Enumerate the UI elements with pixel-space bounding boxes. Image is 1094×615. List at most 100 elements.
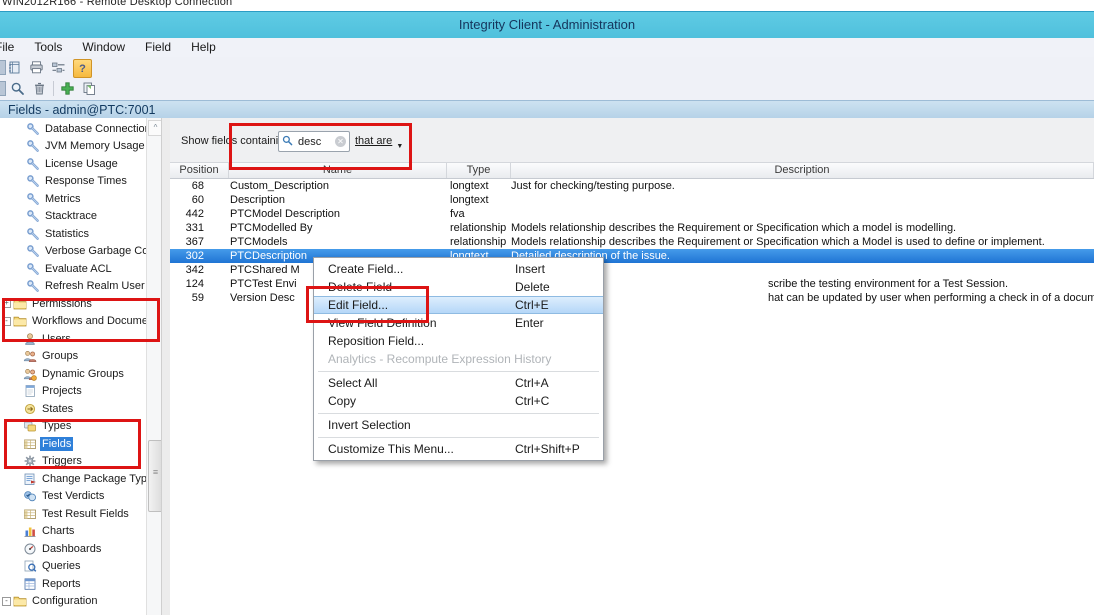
- context-menu-item[interactable]: View Field Definition Enter: [314, 314, 603, 332]
- sidebar-item[interactable]: Response Times: [0, 173, 146, 191]
- properties-icon[interactable]: [50, 59, 67, 76]
- sidebar-item[interactable]: JVM Memory Usage: [0, 138, 146, 156]
- table-row[interactable]: 59 Version Desc hat can be updated by us…: [170, 291, 1094, 305]
- menu-bar-item[interactable]: Field: [135, 38, 181, 57]
- sidebar-scrollbar[interactable]: ^: [146, 118, 162, 615]
- sidebar-item[interactable]: - Configuration: [0, 593, 146, 611]
- filter-dropdown[interactable]: that are ▼: [355, 135, 392, 147]
- search-input[interactable]: [296, 133, 336, 150]
- tree-item-icon: [23, 454, 37, 468]
- create-plus-icon[interactable]: [59, 80, 76, 97]
- fields-table: Position Name Type Description 68 Custom…: [170, 162, 1094, 615]
- sidebar-item[interactable]: Statistics: [0, 225, 146, 243]
- tree-item-icon: [13, 297, 27, 311]
- context-menu-item[interactable]: Analytics - Recompute Expression History: [314, 350, 603, 368]
- menu-bar-item[interactable]: File: [0, 38, 24, 57]
- cell-type: longtext: [445, 193, 508, 207]
- copy-icon[interactable]: [81, 80, 98, 97]
- context-menu-item[interactable]: Invert Selection: [314, 416, 603, 434]
- cell-type: relationship: [445, 235, 508, 249]
- tree-expander-icon[interactable]: -: [2, 597, 11, 606]
- sidebar-item[interactable]: Dynamic Groups: [0, 365, 146, 383]
- tree-item-label: States: [40, 402, 75, 416]
- clear-search-icon[interactable]: ✕: [335, 136, 346, 147]
- sidebar-item[interactable]: Charts: [0, 523, 146, 541]
- context-menu-item[interactable]: Select All Ctrl+A: [314, 374, 603, 392]
- sidebar-item[interactable]: Triggers: [0, 453, 146, 471]
- sidebar-item[interactable]: License Usage: [0, 155, 146, 173]
- sidebar-item[interactable]: Groups: [0, 348, 146, 366]
- table-row[interactable]: 302 PTCDescription longtext Detailed des…: [170, 249, 1094, 263]
- cell-type: longtext: [445, 179, 508, 193]
- table-row[interactable]: 124 PTCTest Envi scribe the testing envi…: [170, 277, 1094, 291]
- table-row[interactable]: 442 PTCModel Description fva: [170, 207, 1094, 221]
- column-header-position[interactable]: Position: [170, 163, 229, 178]
- sidebar-item[interactable]: Types: [0, 418, 146, 436]
- sidebar-item[interactable]: Dashboards: [0, 540, 146, 558]
- menu-item-shortcut: Insert: [515, 262, 593, 276]
- menu-bar-item[interactable]: Help: [181, 38, 226, 57]
- sidebar-item[interactable]: Projects: [0, 383, 146, 401]
- table-row[interactable]: 342 PTCShared M: [170, 263, 1094, 277]
- context-menu-item[interactable]: Edit Field... Ctrl+E: [314, 296, 603, 314]
- sidebar-item[interactable]: States: [0, 400, 146, 418]
- sidebar-item[interactable]: Test Verdicts: [0, 488, 146, 506]
- column-header-type[interactable]: Type: [447, 163, 511, 178]
- panel-header: Fields - admin@PTC:7001: [0, 100, 1094, 120]
- cell-name: PTCModels: [228, 235, 445, 249]
- tree-item-icon: [23, 437, 37, 451]
- sidebar-item[interactable]: Refresh Realm User and: [0, 278, 146, 296]
- menu-item-label: Edit Field...: [328, 298, 515, 312]
- context-menu-item[interactable]: Create Field... Insert: [314, 260, 603, 278]
- tree-item-icon: [26, 174, 40, 188]
- tree-expander-icon[interactable]: +: [2, 299, 11, 308]
- sidebar-item[interactable]: Evaluate ACL: [0, 260, 146, 278]
- sidebar-item[interactable]: Users: [0, 330, 146, 348]
- tree-item-label: Permissions: [30, 297, 94, 311]
- sidebar-item[interactable]: Reports: [0, 575, 146, 593]
- sidebar-item[interactable]: Database Connections: [0, 120, 146, 138]
- tree-item-icon: [26, 192, 40, 206]
- column-header-description[interactable]: Description: [511, 163, 1094, 178]
- context-menu: Create Field... Insert Delete Field Dele…: [313, 257, 604, 461]
- sidebar-item[interactable]: Queries: [0, 558, 146, 576]
- sidebar-item[interactable]: Change Package Types: [0, 470, 146, 488]
- sidebar-item[interactable]: + Permissions: [0, 295, 146, 313]
- menu-bar-item[interactable]: Tools: [24, 38, 72, 57]
- menu-item-label: Reposition Field...: [328, 334, 515, 348]
- context-menu-item[interactable]: Copy Ctrl+C: [314, 392, 603, 410]
- menu-bar-item[interactable]: Window: [72, 38, 135, 57]
- context-menu-item[interactable]: Customize This Menu... Ctrl+Shift+P: [314, 440, 603, 458]
- tree-item-label: Change Package Types: [40, 472, 146, 486]
- table-row[interactable]: 331 PTCModelled By relationship Models r…: [170, 221, 1094, 235]
- sidebar-item[interactable]: Test Result Fields: [0, 505, 146, 523]
- table-body: 68 Custom_Description longtext Just for …: [170, 179, 1094, 305]
- menu-item-shortcut: Delete: [515, 280, 593, 294]
- search-icon[interactable]: [9, 80, 26, 97]
- table-row[interactable]: 68 Custom_Description longtext Just for …: [170, 179, 1094, 193]
- filter-label: Show fields containing: [181, 135, 290, 147]
- printer-icon[interactable]: [28, 59, 45, 76]
- cell-position: 342: [170, 263, 228, 277]
- tree-expander-icon[interactable]: -: [2, 317, 11, 326]
- sidebar-item[interactable]: Fields: [0, 435, 146, 453]
- context-menu-item[interactable]: Reposition Field...: [314, 332, 603, 350]
- sidebar-item[interactable]: - Workflows and Documents: [0, 313, 146, 331]
- tree-item-label: Test Verdicts: [40, 489, 106, 503]
- toolbar-top: ?: [0, 57, 1094, 79]
- sidebar-item[interactable]: Stacktrace: [0, 208, 146, 226]
- sidebar-item[interactable]: Metrics: [0, 190, 146, 208]
- tree-item-label: Metrics: [43, 192, 82, 206]
- help-icon[interactable]: ?: [73, 59, 92, 78]
- cell-position: 442: [170, 207, 228, 221]
- table-row[interactable]: 367 PTCModels relationship Models relati…: [170, 235, 1094, 249]
- trash-icon[interactable]: [31, 80, 48, 97]
- cell-description: [508, 207, 1094, 221]
- search-box[interactable]: ✕: [278, 131, 350, 152]
- tree-item-label: Configuration: [30, 594, 99, 608]
- table-row[interactable]: 60 Description longtext: [170, 193, 1094, 207]
- notebook-icon[interactable]: [6, 59, 23, 76]
- sidebar-item[interactable]: Verbose Garbage Collecti: [0, 243, 146, 261]
- column-header-name[interactable]: Name: [229, 163, 447, 178]
- context-menu-item[interactable]: Delete Field Delete: [314, 278, 603, 296]
